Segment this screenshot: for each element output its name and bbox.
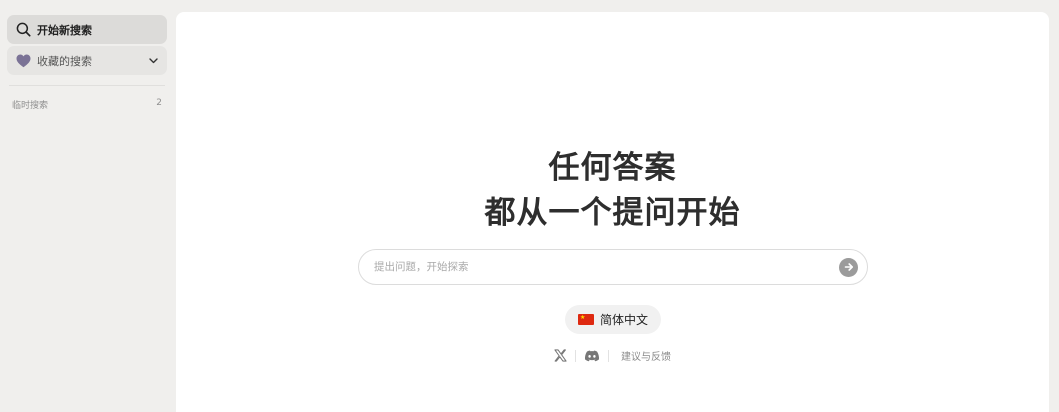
discord-icon[interactable] [584,350,600,362]
sidebar-divider [9,85,165,86]
temp-searches-count: 2 [156,98,162,108]
language-label: 简体中文 [599,313,648,327]
language-button[interactable]: 简体中文 [565,305,661,334]
feedback-link[interactable]: 建议与反馈 [621,348,671,363]
chevron-down-icon[interactable] [147,55,159,67]
new-search-label: 开始新搜索 [37,23,92,37]
arrow-right-icon [844,262,854,272]
footer-links: 建议与反馈 [176,348,1049,363]
new-search-button[interactable]: 开始新搜索 [7,15,167,44]
heart-icon [15,53,31,69]
headline-line-1: 任何答案 [548,150,677,186]
main-panel: 任何答案 都从一个提问开始 简体中文 建议与反馈 [176,12,1049,412]
footer-separator [608,349,609,362]
favorites-label: 收藏的搜索 [37,54,92,68]
x-logo-icon[interactable] [554,349,567,362]
footer-separator [575,349,576,362]
sidebar: 开始新搜索 收藏的搜索 临时搜索 2 [0,0,176,400]
search-input[interactable] [374,261,839,273]
china-flag-icon [577,314,594,325]
send-button[interactable] [839,257,858,277]
search-box [358,249,868,285]
headline-line-2: 都从一个提问开始 [484,195,741,231]
temp-searches-label: 临时搜索 [12,101,49,111]
search-icon [15,22,31,38]
temp-searches-section[interactable]: 临时搜索 2 [7,98,167,111]
favorites-button[interactable]: 收藏的搜索 [7,46,167,75]
